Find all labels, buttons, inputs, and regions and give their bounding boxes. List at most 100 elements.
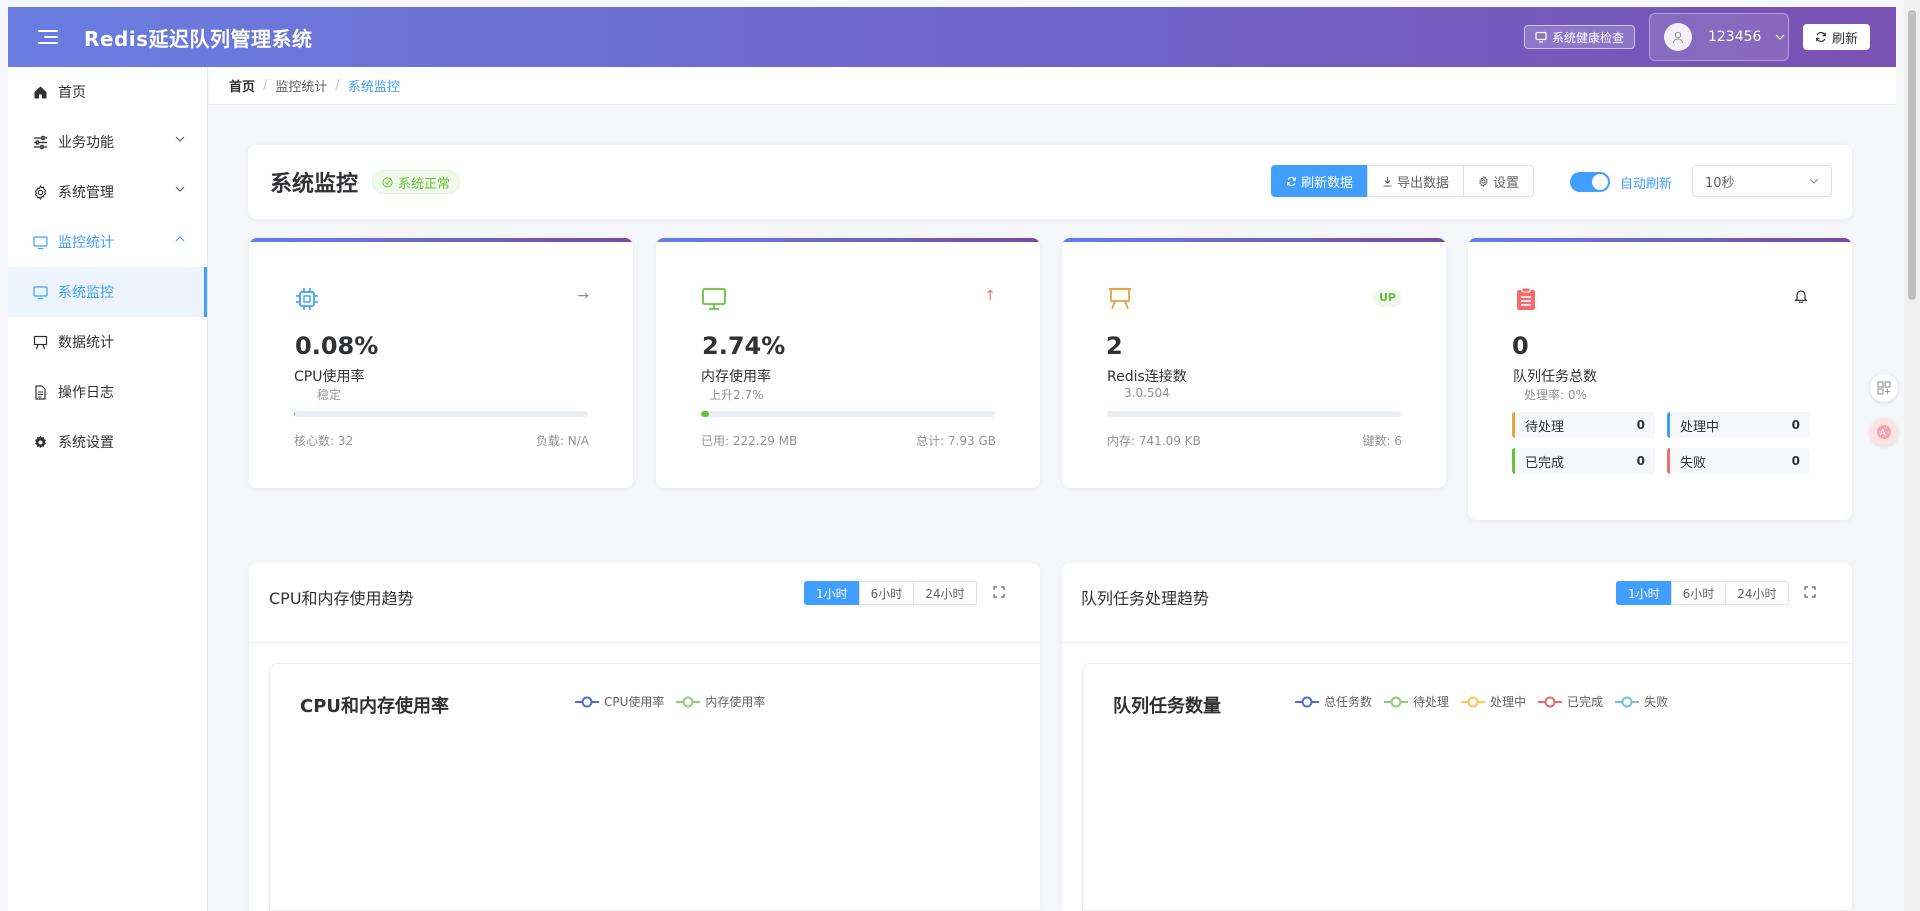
monitor-icon [32,234,48,250]
redis-memory: 内存: 741.09 KB [1107,434,1201,448]
fullscreen-icon[interactable] [1803,585,1817,599]
range-1h-button[interactable]: 1小时 [1616,581,1672,605]
download-icon [1383,176,1392,187]
sidebar-item-label: 监控统计 [58,235,114,251]
card-accent-bar [1062,238,1446,242]
legend-label: 处理中 [1490,695,1527,709]
cpu-load: 负载: N/A [535,434,589,448]
sidebar-item-label: 业务功能 [58,135,114,151]
legend-item[interactable]: CPU使用率 [575,693,664,710]
sidebar-item-label: 操作日志 [58,385,114,401]
breadcrumb-monitoring[interactable]: 监控统计 [275,76,327,95]
queue-trend-panel: 队列任务处理趋势 1小时 6小时 24小时 队列任务数量 总任务数 待处理 处理… [1062,563,1852,911]
gear-icon [1479,175,1488,187]
time-range-selector: 1小时 6小时 24小时 [804,581,977,605]
legend-label: 总任务数 [1324,695,1373,709]
sidebar-item-system-monitor[interactable]: 系统监控 [8,267,207,317]
username: 123456 [1707,29,1762,45]
refresh-interval-value: 10秒 [1705,175,1735,191]
refresh-data-button[interactable]: 刷新数据 [1271,165,1369,197]
user-menu[interactable]: 123456 [1648,13,1789,61]
avatar [1663,23,1692,51]
top-header: Redis延迟队列管理系统 系统健康检查 123456 刷新 [8,7,1896,67]
refresh-data-label: 刷新数据 [1301,175,1354,191]
legend-line-icon [1615,696,1640,707]
legend-item[interactable]: 内存使用率 [676,693,765,710]
cpu-chip-icon [296,288,318,310]
sidebar-item-label: 系统管理 [58,185,114,201]
legend-line-icon [1295,696,1319,707]
monitor-icon [702,288,726,310]
queue-item-label: 失败 [1680,455,1707,471]
sidebar-item-data-stats[interactable]: 数据统计 [8,317,207,367]
page-title: 系统监控 [270,172,359,197]
auto-refresh-toggle[interactable] [1570,172,1610,192]
scrollbar-track[interactable] [1904,0,1920,911]
range-24h-button[interactable]: 24小时 [1725,581,1789,605]
health-check-label: 系统健康检查 [1551,30,1624,45]
legend-item[interactable]: 处理中 [1461,693,1526,710]
memory-label: 内存使用率 [701,369,771,385]
legend-label: 已完成 [1567,695,1604,709]
document-icon [32,384,48,400]
bell-icon[interactable] [1794,288,1808,303]
sliders-icon [32,134,48,150]
sidebar-item-home[interactable]: 首页 [8,67,207,117]
panel-title: CPU和内存使用趋势 [269,589,414,608]
range-1h-button[interactable]: 1小时 [804,581,860,605]
presentation-board-icon [1109,288,1131,310]
sidebar-item-operation-log[interactable]: 操作日志 [8,367,207,417]
sidebar-item-business[interactable]: 业务功能 [8,117,207,167]
refresh-interval-select[interactable]: 10秒 [1692,165,1832,197]
range-6h-button[interactable]: 6小时 [1670,581,1727,605]
queue-item-count: 0 [1791,454,1800,468]
breadcrumb-separator: / [263,78,268,93]
panel-header: CPU和内存使用趋势 1小时 6小时 24小时 [249,563,1040,643]
queue-completed: 已完成 0 [1512,448,1655,474]
fullscreen-icon[interactable] [992,585,1006,599]
legend-line-icon [1384,696,1409,707]
cpu-progress-fill [294,411,296,417]
sidebar-item-settings[interactable]: 系统设置 [8,417,207,467]
chevron-down-icon [175,136,185,142]
translate-icon[interactable]: A [1870,418,1898,446]
health-check-button[interactable]: 系统健康检查 [1523,25,1635,49]
chevron-down-icon [175,186,185,192]
legend-item[interactable]: 失败 [1615,693,1668,710]
cpu-sub: 稳定 [317,388,342,402]
legend-label: CPU使用率 [604,695,665,709]
queue-rate: 处理率: 0% [1524,388,1587,402]
chart-legend: 总任务数 待处理 处理中 已完成 失败 [1295,693,1668,710]
legend-label: 内存使用率 [705,695,766,709]
chart-title: CPU和内存使用率 [300,696,450,717]
redis-keys: 键数: 6 [1362,434,1403,448]
range-24h-button[interactable]: 24小时 [913,581,977,605]
svg-text:A: A [1880,428,1886,437]
legend-item[interactable]: 待处理 [1384,693,1449,710]
queue-label: 队列任务总数 [1513,369,1597,385]
memory-sub: 上升2.7% [709,388,764,402]
queue-breakdown: 待处理 0 处理中 0 已完成 0 失败 0 [1512,412,1810,474]
clipboard-icon [1517,287,1535,310]
settings-icon [32,434,48,450]
sidebar-item-system-manage[interactable]: 系统管理 [8,167,207,217]
export-data-button[interactable]: 导出数据 [1367,165,1465,197]
range-6h-button[interactable]: 6小时 [858,581,915,605]
header-refresh-button[interactable]: 刷新 [1802,24,1870,50]
menu-toggle-icon[interactable] [38,30,58,44]
trend-indicator: → [577,288,589,304]
sidebar-item-monitoring[interactable]: 监控统计 [8,217,207,267]
legend-line-icon [1538,696,1563,707]
apps-icon[interactable] [1870,374,1898,402]
chart-container: CPU和内存使用率 CPU使用率 内存使用率 [269,663,1040,911]
breadcrumb: 首页 / 监控统计 / 系统监控 [209,67,1896,105]
breadcrumb-home[interactable]: 首页 [229,76,255,95]
monitor-icon [32,284,48,300]
scrollbar-thumb[interactable] [1908,10,1916,300]
queue-processing: 处理中 0 [1667,412,1810,438]
settings-button[interactable]: 设置 [1463,165,1535,197]
queue-stat-card: 0 队列任务总数 处理率: 0% 待处理 0 处理中 0 已完成 0 失败 0 [1468,238,1852,520]
auto-refresh-label: 自动刷新 [1620,177,1673,192]
legend-item[interactable]: 总任务数 [1295,693,1372,710]
legend-item[interactable]: 已完成 [1538,693,1603,710]
